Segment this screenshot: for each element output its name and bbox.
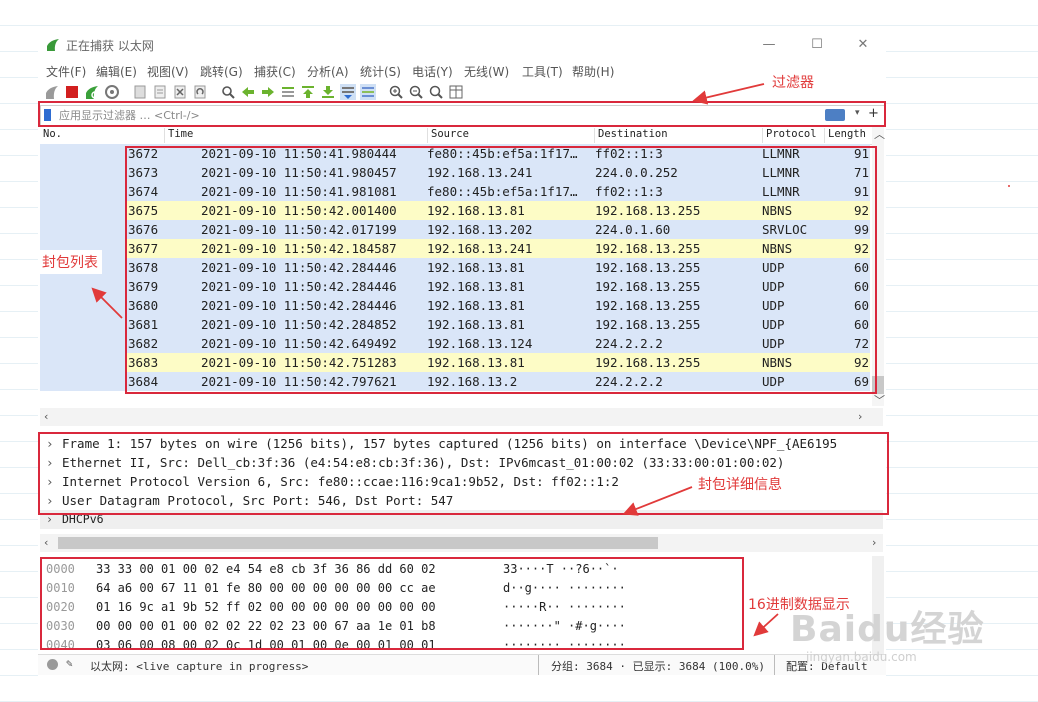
minimize-button[interactable]: — [754, 34, 784, 56]
find-packet-icon[interactable] [220, 84, 236, 100]
maximize-button[interactable]: ☐ [802, 34, 832, 56]
annotation-packet-list-label: 封包列表 [38, 250, 102, 274]
scroll-right-chevron-icon[interactable]: › [872, 536, 876, 549]
normal-size-icon[interactable] [428, 84, 444, 100]
first-packet-icon[interactable] [300, 84, 316, 100]
go-to-packet-icon[interactable] [280, 84, 296, 100]
capture-options-icon[interactable] [104, 84, 120, 100]
details-scroll-thumb[interactable] [58, 537, 658, 549]
menu-file[interactable]: 文件(F) [46, 63, 86, 80]
menu-bar: 文件(F) 编辑(E) 视图(V) 跳转(G) 捕获(C) 分析(A) 统计(S… [38, 60, 886, 82]
go-back-icon[interactable] [240, 84, 256, 100]
column-header-time[interactable]: Time [164, 128, 193, 143]
menu-analyze[interactable]: 分析(A) [307, 63, 349, 80]
status-bar: ✎ 以太网: <live capture in progress> 分组: 36… [38, 654, 886, 675]
packet-count-text: 分组: 3684 · 已显示: 3684 (100.0%) [551, 660, 765, 673]
autoscroll-icon[interactable] [340, 84, 356, 100]
expert-info-status-icon[interactable] [47, 659, 58, 670]
go-forward-icon[interactable] [260, 84, 276, 100]
menu-wireless[interactable]: 无线(W) [464, 63, 509, 80]
window-title: 正在捕获 以太网 [66, 39, 154, 53]
column-header-source[interactable]: Source [427, 128, 469, 143]
last-packet-icon[interactable] [320, 84, 336, 100]
capture-status-text: 以太网: <live capture in progress> [90, 660, 309, 673]
wireshark-fin-icon [47, 39, 59, 51]
filter-highlight-box [38, 101, 886, 127]
scroll-left-chevron-icon[interactable]: ‹ [44, 410, 48, 423]
scroll-up-chevron-icon[interactable]: ︿ [874, 126, 885, 142]
zoom-in-icon[interactable] [388, 84, 404, 100]
start-capture-fin-icon[interactable] [44, 84, 60, 100]
reload-file-icon[interactable] [192, 84, 208, 100]
menu-capture[interactable]: 捕获(C) [254, 63, 296, 80]
column-header-destination[interactable]: Destination [594, 128, 668, 143]
column-header-length[interactable]: Length [824, 128, 866, 143]
scroll-right-chevron-icon[interactable]: › [858, 410, 862, 423]
close-button[interactable]: ✕ [848, 34, 878, 56]
details-horizontal-scrollbar[interactable]: ‹ › [40, 534, 883, 552]
menu-statistics[interactable]: 统计(S) [360, 63, 401, 80]
restart-capture-icon[interactable] [84, 84, 100, 100]
open-file-icon[interactable] [132, 84, 148, 100]
menu-edit[interactable]: 编辑(E) [96, 63, 137, 80]
packet-list-header: No. Time Source Destination Protocol Len… [40, 126, 883, 145]
close-file-icon[interactable] [172, 84, 188, 100]
colorize-icon[interactable] [360, 84, 376, 100]
annotation-filter-label: 过滤器 [768, 70, 818, 94]
baidu-watermark-logo: Baidu经验 [790, 609, 985, 650]
menu-view[interactable]: 视图(V) [147, 63, 189, 80]
menu-tools[interactable]: 工具(T) [522, 63, 563, 80]
packet-list-highlight-box [125, 146, 877, 394]
baidu-watermark-url: jingyan.baidu.com [806, 650, 917, 664]
menu-go[interactable]: 跳转(G) [200, 63, 243, 80]
capture-comment-pencil-icon[interactable]: ✎ [66, 657, 73, 670]
column-header-protocol[interactable]: Protocol [762, 128, 817, 143]
menu-telephony[interactable]: 电话(Y) [412, 63, 453, 80]
zoom-out-icon[interactable] [408, 84, 424, 100]
save-file-icon[interactable] [152, 84, 168, 100]
scroll-down-chevron-icon[interactable]: ﹀ [874, 392, 885, 408]
menu-help[interactable]: 帮助(H) [572, 63, 614, 80]
packet-list-horizontal-scrollbar[interactable]: ‹ › [40, 408, 883, 426]
column-header-no[interactable]: No. [40, 128, 62, 143]
stop-capture-icon[interactable] [64, 84, 80, 100]
annotation-details-label: 封包详细信息 [694, 472, 786, 496]
hex-highlight-box [40, 557, 744, 650]
title-bar: 正在捕获 以太网 — ☐ ✕ [38, 30, 886, 60]
resize-columns-icon[interactable] [448, 84, 464, 100]
scroll-left-chevron-icon[interactable]: ‹ [44, 536, 48, 549]
